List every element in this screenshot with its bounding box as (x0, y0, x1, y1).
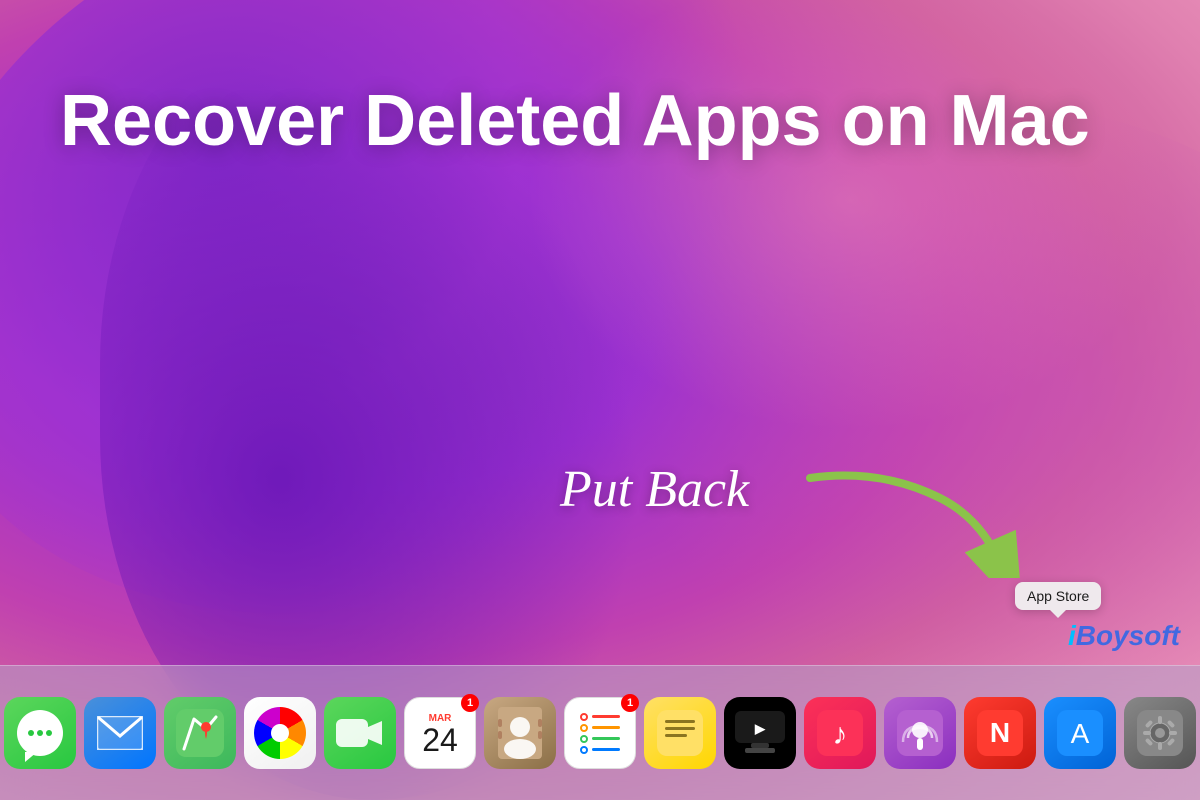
dock-icon-notes[interactable] (644, 697, 716, 769)
dock-icon-system-preferences[interactable] (1124, 697, 1196, 769)
logo-rest: Boysoft (1076, 620, 1180, 651)
dock: MAR 24 1 (0, 665, 1200, 800)
dock-icon-music[interactable]: ♪ (804, 697, 876, 769)
main-title: Recover Deleted Apps on Mac (60, 80, 1090, 163)
dock-icon-maps[interactable] (164, 697, 236, 769)
dock-icon-apple-tv[interactable]: ▶ (724, 697, 796, 769)
svg-text:A: A (1071, 718, 1090, 749)
svg-text:▶: ▶ (754, 721, 766, 736)
calendar-day: 24 (422, 724, 458, 756)
iboysoft-logo: iBoysoft (1068, 620, 1180, 652)
logo-i: i (1068, 620, 1076, 651)
dock-icon-podcasts[interactable] (884, 697, 956, 769)
dock-icon-mail[interactable] (84, 697, 156, 769)
dock-icon-facetime[interactable] (324, 697, 396, 769)
calendar-badge: 1 (461, 694, 479, 712)
svg-text:N: N (990, 717, 1010, 748)
dock-icon-news[interactable]: N (964, 697, 1036, 769)
put-back-label: Put Back (560, 460, 749, 519)
dock-icon-contacts[interactable] (484, 697, 556, 769)
dock-icon-calendar[interactable]: MAR 24 1 (404, 697, 476, 769)
arrow-icon (800, 458, 1020, 583)
dock-icon-messages[interactable] (4, 697, 76, 769)
dock-icon-app-store[interactable]: A (1044, 697, 1116, 769)
svg-text:♪: ♪ (833, 718, 848, 751)
dock-icon-photos[interactable] (244, 697, 316, 769)
dock-icon-reminders[interactable]: 1 (564, 697, 636, 769)
app-store-tooltip: App Store (1015, 582, 1101, 610)
reminders-badge: 1 (621, 694, 639, 712)
